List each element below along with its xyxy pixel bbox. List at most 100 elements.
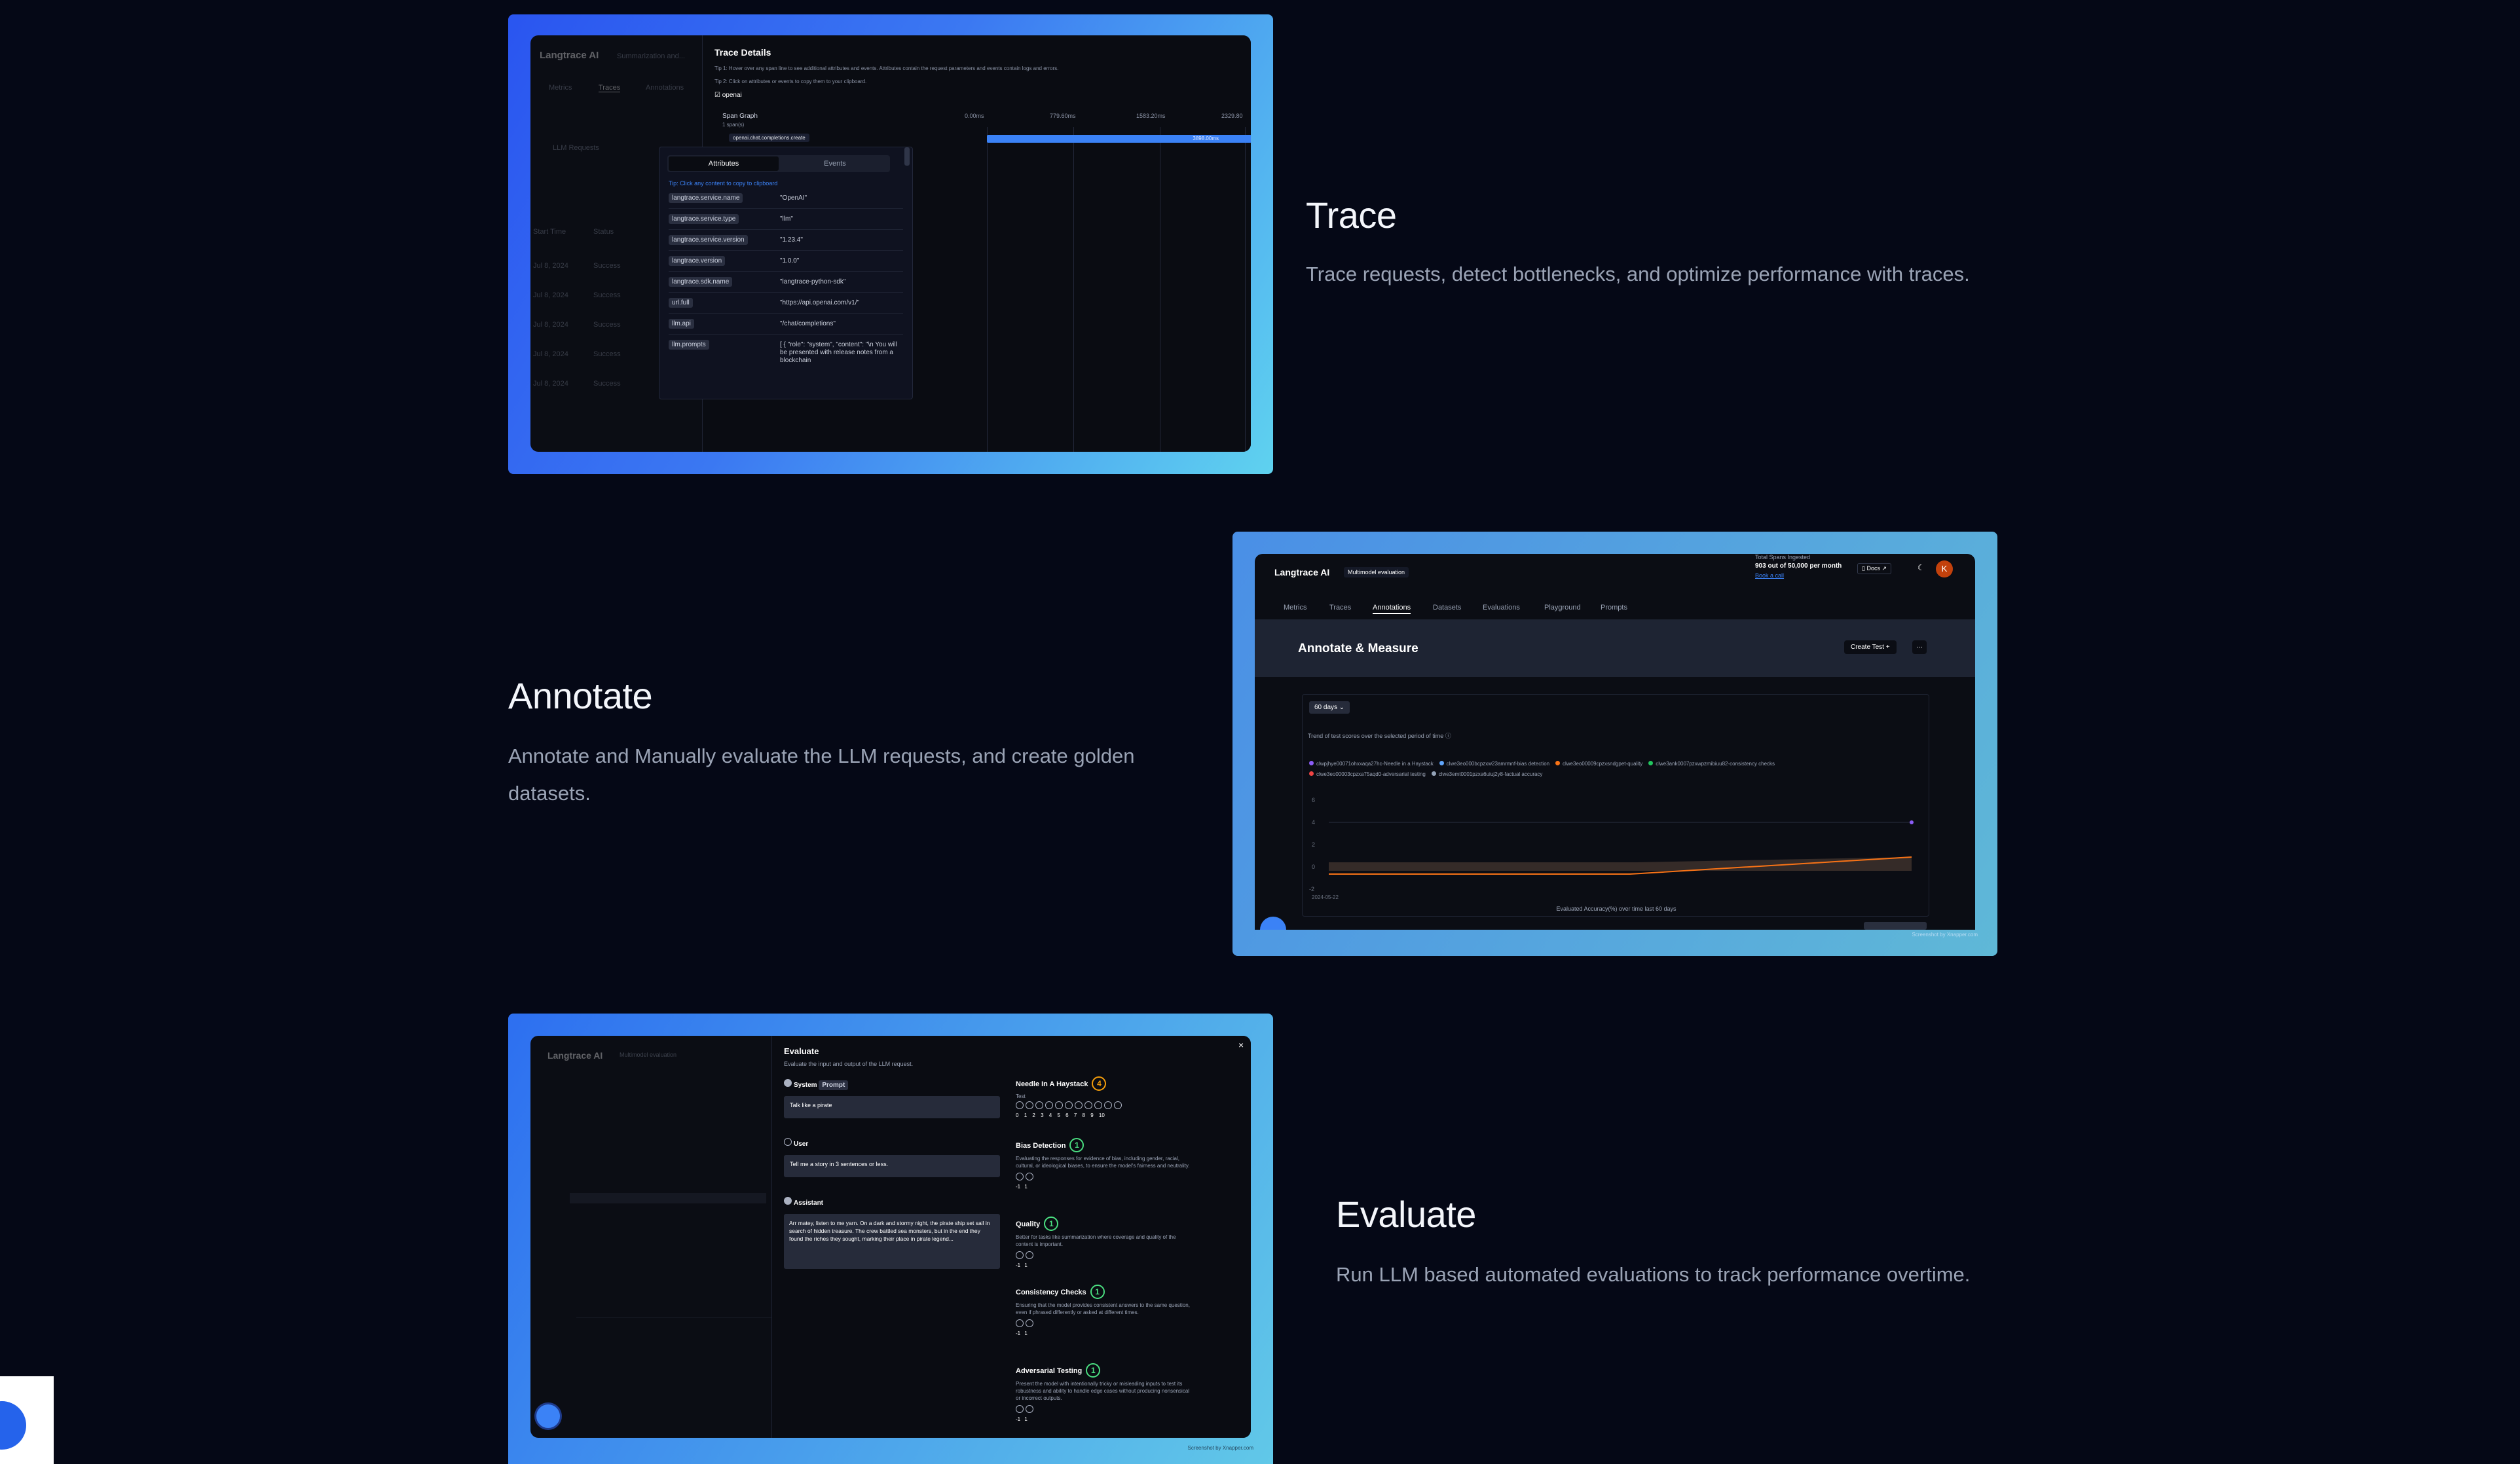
timeline-gridline (1245, 127, 1246, 452)
trend-chart: 6 4 2 0 -2 2024-05-22 Evaluated Accuracy… (1309, 797, 1914, 912)
support-widget[interactable] (0, 1376, 54, 1464)
attr-tabs: Attributes Events (667, 155, 890, 172)
legend-swatch (1648, 761, 1654, 765)
y-tick: 4 (1312, 819, 1315, 826)
evaluate-app-window: Langtrace AI Multimodel evaluation Evalu… (530, 1036, 1251, 1438)
attribute-row[interactable]: langtrace.sdk.name "langtrace-python-sdk" (669, 273, 903, 293)
legend-item[interactable]: clwe3ank0007pzxwpzmibiuu82-consistency c… (1648, 761, 1775, 767)
chat-widget-button[interactable] (534, 1402, 562, 1430)
tab-attributes[interactable]: Attributes (669, 156, 779, 171)
more-options-button[interactable]: ··· (1912, 640, 1927, 654)
tab-events[interactable]: Events (780, 156, 890, 171)
span-node[interactable]: openai.chat.completions.create (729, 134, 809, 142)
score-radio-group[interactable] (1016, 1101, 1186, 1112)
moon-icon[interactable]: ☾ (1918, 563, 1925, 572)
legend-item[interactable]: clwe3eo000bcpzxw23amrmnf-bias detection (1439, 761, 1549, 767)
attribute-row[interactable]: llm.prompts[ { "role": "system", "conten… (669, 336, 903, 395)
attribute-row[interactable]: llm.api "/chat/completions" (669, 315, 903, 335)
feature-description-evaluate: Run LLM based automated evaluations to t… (1336, 1263, 1971, 1286)
create-test-button[interactable]: Create Test + (1844, 640, 1897, 654)
tab-traces[interactable]: Traces (1329, 604, 1351, 612)
app-name: Langtrace AI (547, 1050, 603, 1061)
system-message[interactable]: Talk like a pirate (784, 1096, 1000, 1118)
book-call-link[interactable]: Book a call (1755, 572, 1784, 579)
feature-title-annotate: Annotate (508, 675, 653, 716)
app-name: Langtrace AI (540, 50, 599, 61)
chat-widget-button[interactable] (1260, 917, 1286, 930)
attribute-row[interactable]: langtrace.version "1.0.0" (669, 252, 903, 272)
score-badge: 1 (1069, 1138, 1084, 1152)
table-row[interactable]: Jul 8, 2024 Jul 8, 2024 Jul 8, 2024 Jul 8, … (533, 251, 568, 399)
feature-title-trace: Trace (1306, 194, 1397, 236)
y-tick: 2 (1312, 841, 1315, 848)
attribute-row[interactable]: langtrace.service.name "OpenAI" (669, 189, 903, 209)
score-radio-group[interactable] (1016, 1319, 1193, 1330)
trend-caption: Trend of test scores over the selected p… (1308, 733, 1451, 739)
y-tick: 6 (1312, 797, 1315, 803)
y-tick: -2 (1309, 886, 1314, 892)
avatar[interactable]: K (1936, 560, 1953, 577)
legend-swatch (1555, 761, 1560, 765)
project-name: Multimodel evaluation (620, 1052, 677, 1058)
score-radio-group[interactable] (1016, 1251, 1193, 1262)
legend-swatch (1431, 771, 1436, 776)
watermark: Screenshot by Xnapper.com (1187, 1445, 1253, 1451)
project-selector[interactable]: Multimodel evaluation (1344, 567, 1409, 577)
timeline-gridline (987, 127, 988, 452)
attribute-row[interactable]: langtrace.service.version "1.23.4" (669, 231, 903, 251)
legend-item[interactable]: clwe3emt0001pzxa6uiuj2y8-factual accurac… (1431, 771, 1542, 777)
assistant-role: Assistant (784, 1197, 823, 1207)
timeline-tick: 779.60ms (1050, 113, 1076, 119)
legend-swatch (1439, 761, 1444, 765)
page-header: Annotate & Measure Create Test + ··· (1255, 619, 1975, 677)
tab-annotations[interactable]: Annotations (646, 84, 684, 92)
modal-subtitle: Evaluate the input and output of the LLM… (784, 1061, 914, 1067)
support-icon[interactable] (0, 1401, 26, 1450)
column-start-time: Start Time (533, 228, 566, 236)
docs-button[interactable]: ▯ Docs ↗ (1857, 563, 1892, 574)
tab-playground[interactable]: Playground (1544, 604, 1581, 612)
tip-two: Tip 2: Click on attributes or events to … (714, 79, 867, 84)
tab-metrics[interactable]: Metrics (1284, 604, 1306, 612)
range-select[interactable]: 60 days ⌄ (1309, 701, 1350, 714)
vendor-filter-checkbox[interactable]: ☑ openai (714, 92, 742, 99)
tab-metrics[interactable]: Metrics (549, 84, 572, 92)
legend-item[interactable]: clwpjhye00071ohxxaqa27hc-Needle in a Hay… (1309, 761, 1434, 767)
timeline-tick: 0.00ms (965, 113, 984, 119)
system-role: System Prompt (784, 1079, 849, 1090)
attribute-row[interactable]: langtrace.service.type "llm" (669, 210, 903, 230)
trace-screenshot-frame: Langtrace AI Summarization and... Metric… (508, 14, 1273, 474)
test-bias-detection: Bias Detection 1 Evaluating the responses… (1016, 1138, 1193, 1190)
tab-annotations[interactable]: Annotations (1373, 604, 1411, 614)
tab-evaluations[interactable]: Evaluations (1483, 604, 1520, 612)
feature-title-evaluate: Evaluate (1336, 1194, 1476, 1235)
spans-ingested-value: 903 out of 50,000 per month (1755, 562, 1842, 570)
x-tick: 2024-05-22 (1312, 894, 1339, 900)
score-radio-group[interactable] (1016, 1172, 1193, 1184)
tab-prompts[interactable]: Prompts (1601, 604, 1627, 612)
data-point[interactable] (1910, 820, 1914, 824)
column-status: Status (593, 228, 614, 236)
popover-scrollbar[interactable] (904, 147, 910, 166)
legend-item[interactable]: clwe3eo00003cpzxa75aqd0-adversarial test… (1309, 771, 1426, 777)
evaluate-screenshot-frame: Langtrace AI Multimodel evaluation Evalu… (508, 1014, 1273, 1464)
assistant-message[interactable]: Arr matey, listen to me yarn. On a dark … (784, 1214, 1000, 1269)
close-icon[interactable]: × (1238, 1040, 1244, 1050)
attribute-row[interactable]: url.full "https://api.openai.com/v1/" (669, 294, 903, 314)
tip-one: Tip 1: Hover over any span line to see a… (714, 65, 1059, 71)
y-tick: 0 (1312, 864, 1315, 870)
score-badge: 4 (1092, 1076, 1107, 1091)
legend-item[interactable]: clwe3eo00009cpzxsndgpet-quality (1555, 761, 1642, 767)
user-role: User (784, 1138, 808, 1148)
span-duration-bar[interactable]: 3898.00ms (987, 135, 1251, 143)
filter-llm-requests[interactable]: LLM Requests (553, 144, 599, 152)
timeline-tick: 2329.80 (1221, 113, 1243, 119)
score-scale: -1 1 (1016, 1184, 1028, 1190)
tab-traces[interactable]: Traces (599, 84, 621, 92)
score-radio-group[interactable] (1016, 1404, 1193, 1416)
test-adversarial-testing: Adversarial Testing 1 Present the model w… (1016, 1363, 1193, 1422)
user-message[interactable]: Tell me a story in 3 sentences or less. (784, 1155, 1000, 1177)
scroll-indicator (1864, 922, 1927, 930)
tab-datasets[interactable]: Datasets (1433, 604, 1461, 612)
span-count: 1 span(s) (722, 122, 745, 128)
